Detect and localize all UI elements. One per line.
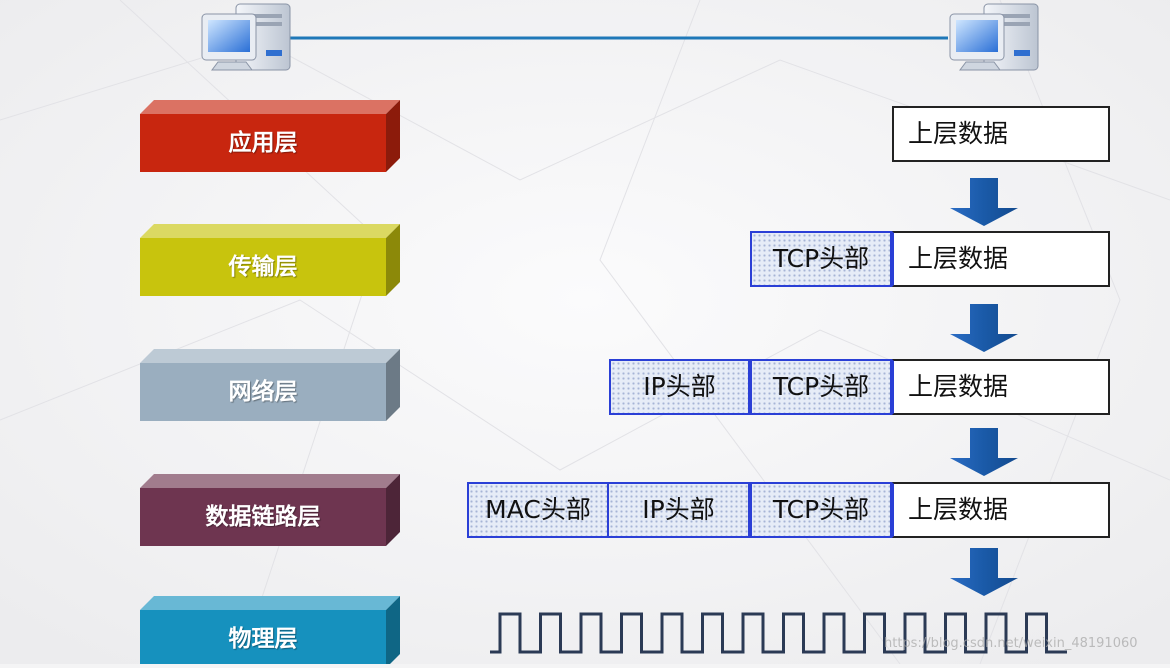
tcp-header-box: TCP头部 (750, 359, 892, 415)
layer-label-physical: 物理层 (228, 626, 298, 652)
upper-data-box: 上层数据 (892, 359, 1110, 415)
upper-data-box: 上层数据 (892, 106, 1110, 162)
layer-label-network: 网络层 (228, 379, 298, 405)
ip-header-box: IP头部 (609, 482, 750, 538)
diagram-graphics (0, 0, 1170, 664)
tcp-header-box: TCP头部 (750, 482, 892, 538)
upper-data-box: 上层数据 (892, 482, 1110, 538)
upper-data-box: 上层数据 (892, 231, 1110, 287)
layer-label-application: 应用层 (228, 130, 298, 156)
layer-label-transport: 传输层 (228, 254, 298, 280)
watermark-text: https://blog.csdn.net/weixin_48191060 (884, 636, 1138, 651)
ip-header-box: IP头部 (609, 359, 750, 415)
computer-icon (949, 3, 1039, 71)
computer-icon (201, 3, 291, 71)
layer-label-datalink: 数据链路层 (205, 504, 321, 530)
mac-header-box: MAC头部 (467, 482, 609, 538)
tcp-header-box: TCP头部 (750, 231, 892, 287)
